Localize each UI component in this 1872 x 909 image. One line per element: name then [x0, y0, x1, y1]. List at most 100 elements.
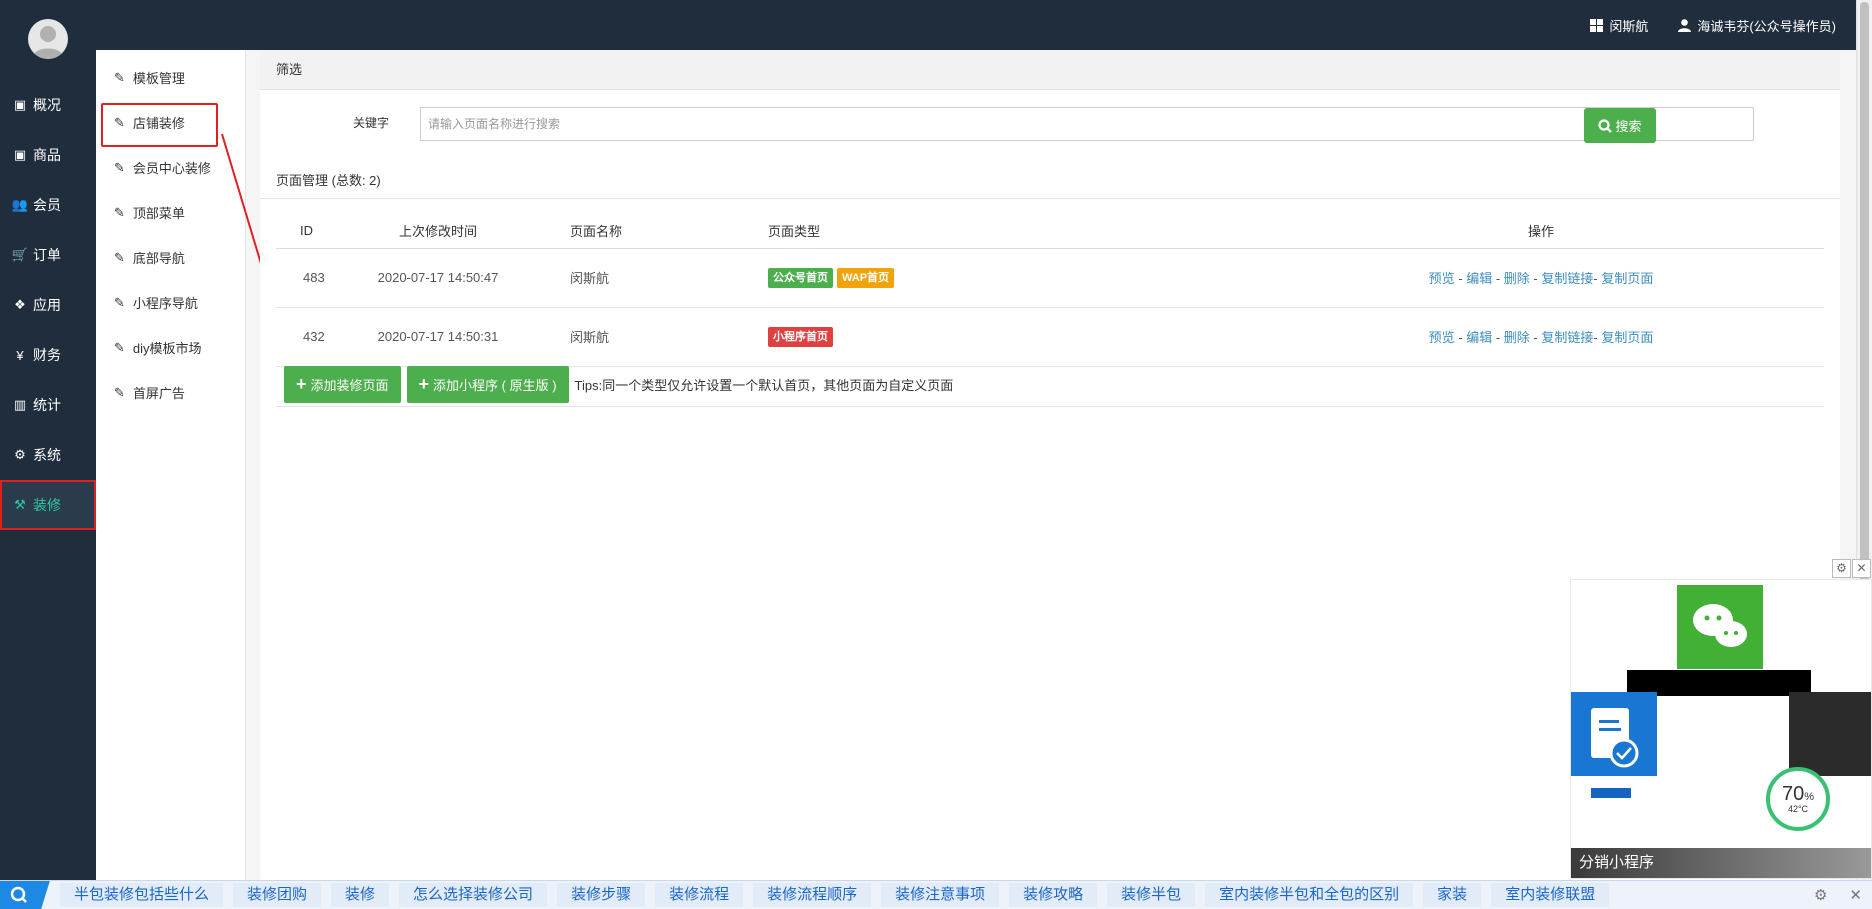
add-decoration-page-button[interactable]: + 添加装修页面 [284, 365, 401, 403]
archive-icon: ▣ [13, 97, 27, 112]
filter-header: 筛选 [260, 50, 1840, 90]
sidebar-item-system[interactable]: ⚙ 系统 [0, 430, 96, 480]
button-label: 添加小程序 ( 原生版 ) [433, 377, 557, 393]
tips-text: Tips:同一个类型仅允许设置一个默认首页，其他页面为自定义页面 [574, 377, 954, 393]
subnav-item-template-mgmt[interactable]: ✎ 模板管理 [96, 55, 245, 100]
edit-link[interactable]: 编辑 [1466, 271, 1492, 286]
row-id: 483 [276, 248, 338, 308]
add-miniapp-button[interactable]: + 添加小程序 ( 原生版 ) [406, 365, 569, 403]
bottom-link[interactable]: 半包装修包括些什么 [60, 883, 224, 907]
col-id: ID [276, 213, 338, 249]
search-button[interactable]: 搜索 [1584, 108, 1656, 143]
ad-panel[interactable]: 分销小程序 [1570, 579, 1872, 879]
table-header-row: ID 上次修改时间 页面名称 页面类型 操作 [276, 213, 1824, 249]
users-icon: 👥 [11, 197, 29, 212]
user-menu[interactable]: 海诚韦芬(公众号操作员) [1678, 16, 1836, 35]
close-icon[interactable]: ✕ [1849, 886, 1862, 904]
copy-link-link[interactable]: 复制链接 [1541, 330, 1593, 345]
col-type: 页面类型 [768, 213, 1258, 249]
bottom-link-bar: 半包装修包括些什么 装修团购 装修 怎么选择装修公司 装修步骤 装修流程 装修流… [0, 880, 1872, 909]
edit-link[interactable]: 编辑 [1466, 330, 1492, 345]
bottom-link[interactable]: 室内装修联盟 [1491, 883, 1610, 907]
subnav-item-bottom-nav[interactable]: ✎ 底部导航 [96, 235, 245, 280]
magic-wand-icon: ✎ [114, 159, 125, 175]
copy-page-link[interactable]: 复制页面 [1601, 330, 1653, 345]
store-switch-link[interactable]: 闵斯航 [1590, 16, 1648, 35]
bottom-link[interactable]: 装修半包 [1107, 883, 1196, 907]
sidebar-item-stats[interactable]: ▥ 统计 [0, 380, 96, 430]
bottom-link[interactable]: 装修注意事项 [881, 883, 1000, 907]
gauge-temp: 42°C [1787, 804, 1809, 814]
button-label: 添加装修页面 [310, 377, 389, 393]
subnav-item-label: 会员中心装修 [132, 161, 211, 176]
delete-link[interactable]: 删除 [1504, 330, 1530, 345]
sidebar-item-label: 概况 [33, 97, 61, 113]
subnav-item-top-menu[interactable]: ✎ 顶部菜单 [96, 190, 245, 235]
tag-miniapp-home: 小程序首页 [768, 326, 833, 347]
bottom-link[interactable]: 装修流程 [655, 883, 744, 907]
sidebar-item-decoration[interactable]: ⚒ 装修 [0, 480, 96, 530]
bottom-link[interactable]: 装修流程顺序 [753, 883, 872, 907]
action-row: + 添加装修页面 + 添加小程序 ( 原生版 ) Tips:同一个类型仅允许设置一个… [276, 362, 1824, 407]
preview-link[interactable]: 预览 [1429, 271, 1455, 286]
row-id: 432 [276, 307, 338, 367]
bottom-link[interactable]: 装修团购 [233, 883, 322, 907]
sub-nav: ✎ 模板管理 ✎ 店铺装修 ✎ 会员中心装修 ✎ 顶部菜单 ✎ 底部导航 ✎ 小程序导航 ✎… [96, 50, 246, 880]
gauge-percent-unit: % [1804, 791, 1815, 803]
keyword-search-input[interactable] [420, 107, 1754, 141]
page-management-title: 页面管理 (总数: 2) [276, 173, 381, 188]
search-logo-icon[interactable] [0, 880, 50, 909]
delete-link[interactable]: 删除 [1504, 271, 1530, 286]
bottom-link[interactable]: 装修攻略 [1009, 883, 1098, 907]
ad-settings-icon[interactable]: ⚙ [1832, 559, 1851, 578]
subnav-item-label: 首屏广告 [132, 386, 185, 401]
sidebar-item-orders[interactable]: 🛒 订单 [0, 230, 96, 280]
row-modified: 2020-07-17 14:50:31 [338, 307, 538, 367]
subnav-item-miniapp-nav[interactable]: ✎ 小程序导航 [96, 280, 245, 325]
top-bar: 闵斯航 海诚韦芬(公众号操作员) [0, 0, 1856, 50]
user-name: 海诚韦芬(公众号操作员) [1697, 18, 1836, 34]
sidebar-item-label: 系统 [33, 447, 61, 463]
ad-close-icon[interactable]: ✕ [1852, 559, 1871, 578]
subnav-item-label: 小程序导航 [132, 296, 198, 311]
bottom-link[interactable]: 室内装修半包和全包的区别 [1205, 883, 1414, 907]
top-bar-right: 闵斯航 海诚韦芬(公众号操作员) [1560, 0, 1836, 50]
sidebar-item-label: 装修 [33, 497, 61, 513]
cart-icon: 🛒 [11, 247, 29, 262]
row-modified: 2020-07-17 14:50:47 [338, 248, 538, 308]
table-row: 432 2020-07-17 14:50:31 闵斯航 小程序首页 预览 - 编… [276, 307, 1824, 367]
gavel-icon: ⚒ [14, 497, 26, 512]
subnav-item-member-center[interactable]: ✎ 会员中心装修 [96, 145, 245, 190]
performance-gauge[interactable]: 70% 42°C [1766, 767, 1830, 831]
col-modified: 上次修改时间 [338, 213, 538, 249]
sidebar-item-apps[interactable]: ❖ 应用 [0, 280, 96, 330]
row-actions: 预览 - 编辑 - 删除 - 复制链接- 复制页面 [1258, 307, 1824, 367]
magic-wand-icon: ✎ [114, 114, 125, 130]
subnav-item-splash-ad[interactable]: ✎ 首屏广告 [96, 370, 245, 415]
magic-wand-icon: ✎ [114, 249, 125, 265]
preview-link[interactable]: 预览 [1429, 330, 1455, 345]
subnav-item-store-decoration[interactable]: ✎ 店铺装修 [96, 100, 245, 147]
avatar[interactable] [28, 19, 68, 59]
cubes-icon: ❖ [14, 297, 26, 312]
subnav-item-label: 底部导航 [132, 251, 185, 266]
sidebar-item-label: 财务 [33, 347, 61, 363]
sidebar-item-label: 应用 [33, 297, 61, 313]
subnav-item-diy-market[interactable]: ✎ diy模板市场 [96, 325, 245, 370]
gear-icon[interactable]: ⚙ [1814, 886, 1827, 904]
copy-page-link[interactable]: 复制页面 [1601, 271, 1653, 286]
bottom-link[interactable]: 装修 [331, 883, 390, 907]
divider [260, 198, 1840, 199]
sidebar-item-overview[interactable]: ▣ 概况 [0, 80, 96, 130]
bottom-link[interactable]: 装修步骤 [557, 883, 646, 907]
sidebar-item-label: 订单 [33, 247, 61, 263]
row-name: 闵斯航 [538, 248, 768, 308]
sidebar-item-members[interactable]: 👥 会员 [0, 180, 96, 230]
bottom-link[interactable]: 怎么选择装修公司 [399, 883, 548, 907]
table-row: 483 2020-07-17 14:50:47 闵斯航 公众号首页 WAP首页 预… [276, 248, 1824, 308]
sidebar-item-finance[interactable]: ¥ 财务 [0, 330, 96, 380]
bottom-link[interactable]: 家装 [1423, 883, 1482, 907]
main-nav: ▣ 概况 ▣ 商品 👥 会员 🛒 订单 ❖ 应用 ¥ 财务 ▥ 统计 ⚙ 系统 ⚒ 装修 [0, 80, 96, 530]
sidebar-item-goods[interactable]: ▣ 商品 [0, 130, 96, 180]
copy-link-link[interactable]: 复制链接 [1541, 271, 1593, 286]
